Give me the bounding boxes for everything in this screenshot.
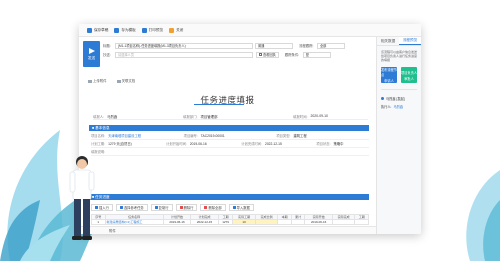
view-receipt-button[interactable]: 查看回执 xyxy=(256,51,279,58)
import-data-button[interactable]: 导入数据 xyxy=(228,204,254,211)
urgency-select[interactable]: 普通 xyxy=(255,42,293,49)
form-main: 发送 标题: (M1-1项目名称)-任务进度填报(M1-3项目负责人) 普通 流… xyxy=(79,37,376,234)
save-template-button[interactable]: 存为模板 xyxy=(114,27,136,33)
app-window: 保存草稿 存为模板 打印预览 关闭 发送 标题: (M1-1项目名称)-任务进度… xyxy=(79,24,421,234)
template-icon xyxy=(114,27,120,33)
person-illustration xyxy=(69,156,95,240)
close-button[interactable]: 关闭 xyxy=(169,27,183,33)
tracking-select[interactable]: 全部 xyxy=(317,42,345,49)
side-panel: 相关数据 流程预览 该流程可以由客户信息发送给项目负责人进行任务进度的填报 发布… xyxy=(376,37,421,234)
title-underline xyxy=(194,104,244,105)
attachment-bar: 上传附件 关联文档 xyxy=(88,78,135,83)
attachment-icon xyxy=(88,79,92,83)
flow-description: 该流程可以由客户信息发送给项目负责人进行任务进度的填报 xyxy=(381,50,418,62)
copy-input[interactable]: 请选择人员 xyxy=(115,51,253,58)
table-row[interactable]: 1 新建房屋结构(C1)工程施工 2019-06-16 2022-12-15 1… xyxy=(91,219,369,225)
tab-flow-preview[interactable]: 流程预览 xyxy=(399,37,421,45)
side-tabs: 相关数据 流程预览 xyxy=(377,37,421,46)
task-name-link[interactable]: 新建房屋结构(C1)工程施工 xyxy=(104,219,164,225)
close-icon xyxy=(169,27,175,33)
delete-icon xyxy=(179,206,183,209)
search-icon xyxy=(119,206,123,209)
delete-all-button[interactable]: 删除全部 xyxy=(200,204,226,211)
section-task-progress: ■ 任务进度 xyxy=(89,194,369,200)
divider xyxy=(381,89,417,90)
date-value: 2020-09-10 xyxy=(310,114,328,118)
section-basic-info: ■ 基本信息 xyxy=(89,125,369,131)
flow-node-approver[interactable]: 项目负责人 审批人 xyxy=(401,67,417,83)
attachments-footer[interactable]: 附件 xyxy=(79,226,376,234)
flow-initiator: 马烈鑫 [发起] xyxy=(381,96,417,101)
basic-info-row-2: 计划工期: 1279 天(自然日) 计划开始时间: 2019-06-16 计划完成时… xyxy=(91,140,369,148)
plant-right-illustration xyxy=(466,170,500,261)
top-toolbar: 保存草稿 存为模板 打印预览 关闭 xyxy=(79,24,421,37)
copy-row: 抄送: 请选择人员 查看回执 跟踪条件: 是 xyxy=(103,51,331,58)
executor-link[interactable]: 马烈鑫 xyxy=(393,104,403,109)
tab-related-data[interactable]: 相关数据 xyxy=(377,37,399,45)
applicant-row: 填报人: 马烈鑫 填报部门: 项目管理部 填报时间: 2020-09-10 xyxy=(93,113,368,120)
dept-value: 项目管理部 xyxy=(200,114,218,119)
title-row: 标题: (M1-1项目名称)-任务进度填报(M1-3项目负责人) 普通 流程跟踪… xyxy=(103,42,345,49)
document-icon xyxy=(116,79,121,83)
flow-node-start[interactable]: 发布流程节点 申请人 xyxy=(381,67,397,83)
copy-icon xyxy=(154,206,158,209)
related-doc-link[interactable]: 关联文档 xyxy=(116,78,135,83)
import-icon xyxy=(232,206,236,209)
project-name-link[interactable]: 天津南堤项目建设工程 xyxy=(108,133,141,138)
basic-info-row-1: 项目名称: 天津南堤项目建设工程 项目编号: TAC2019-00001 项目类型:… xyxy=(91,132,369,140)
delete-all-icon xyxy=(204,206,208,209)
flow-nodes: 发布流程节点 申请人 项目负责人 审批人 xyxy=(381,67,417,83)
print-preview-button[interactable]: 打印预览 xyxy=(141,27,163,33)
select-reference-task-button[interactable]: 选择参考任务 xyxy=(115,204,148,211)
delete-row-button[interactable]: 删除行 xyxy=(175,204,198,211)
send-button[interactable]: 发送 xyxy=(83,41,100,67)
flow-executor: 执行人: 马烈鑫 xyxy=(381,104,404,109)
condition-select[interactable]: 是 xyxy=(302,51,331,58)
checkbox-icon xyxy=(259,53,262,56)
paper-plane-icon xyxy=(88,47,95,54)
title-input[interactable]: (M1-1项目名称)-任务进度填报(M1-3项目负责人) xyxy=(115,42,253,49)
save-draft-button[interactable]: 保存草稿 xyxy=(87,27,108,33)
copy-row-button[interactable]: 复制行 xyxy=(150,204,173,211)
applicant-value: 马烈鑫 xyxy=(107,114,118,119)
basic-info-row-3: 填报说明: xyxy=(91,148,369,156)
print-icon xyxy=(141,27,147,33)
save-icon xyxy=(87,27,92,33)
task-table: 序号 任务名称 计划开始 计划完成 工期 实际工期 完成比例 本期 累计 实际开… xyxy=(91,214,369,225)
task-toolbar: 插入行 选择参考任务 复制行 删除行 删除全部 导入数据 xyxy=(91,204,254,211)
status-dot-icon xyxy=(381,96,384,100)
upload-attachment-link[interactable]: 上传附件 xyxy=(88,78,107,83)
